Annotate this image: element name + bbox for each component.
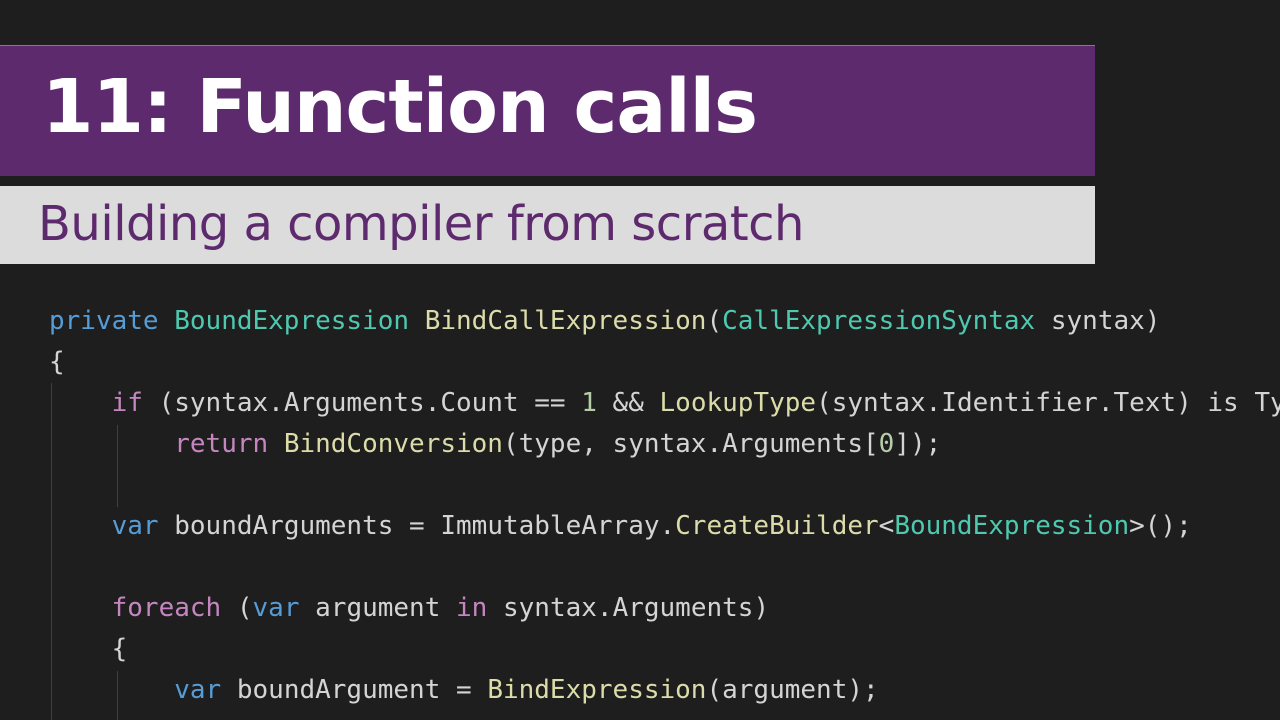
code-token: < [878, 511, 895, 541]
code-token: var [174, 675, 222, 705]
code-token: return [174, 429, 269, 459]
code-token: { [49, 634, 128, 664]
code-token: var [111, 511, 159, 541]
code-token: 0 [878, 429, 895, 459]
page-title: 11: Function calls [42, 64, 758, 150]
code-token: if [111, 388, 143, 418]
code-token: CreateBuilder [675, 511, 879, 541]
code-token: (type, syntax.Arguments[ [502, 429, 879, 459]
code-line: private BoundExpression BindCallExpressi… [49, 301, 1160, 342]
code-token: BindCallExpression [424, 306, 707, 336]
title-banner: 11: Function calls [0, 45, 1095, 176]
code-line: { [49, 629, 128, 670]
code-token: BoundExpression [174, 306, 410, 336]
code-token: BindConversion [283, 429, 503, 459]
code-token: argument [299, 593, 457, 623]
code-line: foreach (var argument in syntax.Argument… [49, 588, 769, 629]
code-line: if (syntax.Arguments.Count == 1 && Looku… [49, 383, 1280, 424]
code-token: LookupType [659, 388, 817, 418]
code-token: ( [706, 306, 723, 336]
code-token: (argument); [706, 675, 879, 705]
code-token: BindExpression [487, 675, 707, 705]
code-line: var boundArgument = BindExpression(argum… [49, 670, 879, 711]
code-token: private [49, 306, 159, 336]
code-token: ( [221, 593, 253, 623]
code-token: foreach [111, 593, 222, 623]
code-token: >(); [1129, 511, 1192, 541]
code-token: (syntax.Identifier.Text) is TypeSymbol t… [816, 388, 1280, 418]
code-line: var boundArguments = ImmutableArray.Crea… [49, 506, 1192, 547]
code-line: return BindConversion(type, syntax.Argum… [49, 424, 941, 465]
code-token: ]); [894, 429, 942, 459]
page-subtitle: Building a compiler from scratch [38, 196, 804, 252]
code-token: syntax) [1035, 306, 1161, 336]
code-token: syntax.Arguments) [487, 593, 770, 623]
code-token: (syntax.Arguments.Count == [142, 388, 582, 418]
code-line: { [49, 342, 65, 383]
code-token: BoundExpression [894, 511, 1130, 541]
code-token: in [456, 593, 488, 623]
code-token: { [49, 347, 65, 377]
code-token: 1 [581, 388, 597, 418]
code-editor: private BoundExpression BindCallExpressi… [49, 301, 1280, 720]
code-token: boundArguments = ImmutableArray. [158, 511, 676, 541]
code-token: var [252, 593, 300, 623]
code-token: && [596, 388, 660, 418]
code-token: CallExpressionSyntax [722, 306, 1036, 336]
subtitle-banner: Building a compiler from scratch [0, 186, 1095, 264]
code-token: boundArgument = [221, 675, 488, 705]
